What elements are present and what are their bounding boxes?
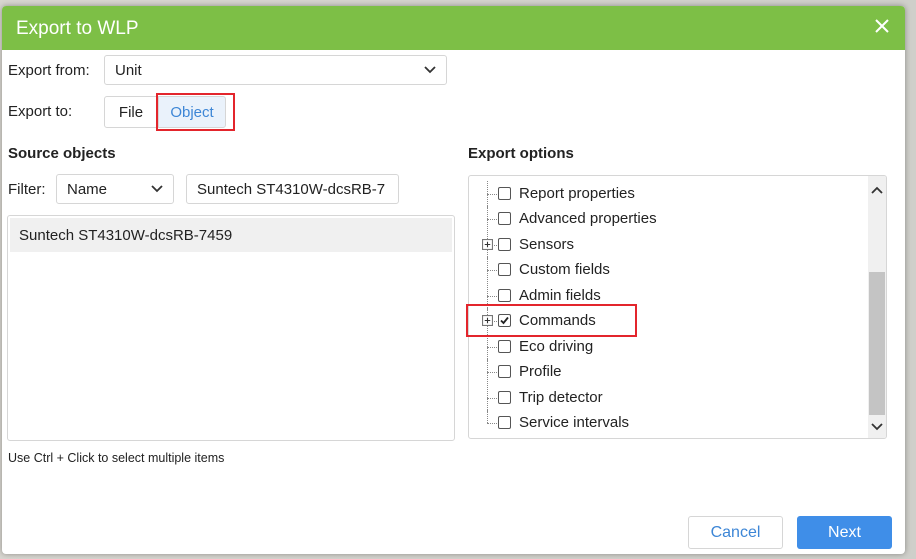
tree-item-eco-driving[interactable]: Eco driving bbox=[469, 334, 864, 361]
checkbox[interactable] bbox=[498, 263, 511, 276]
tree-item-sensors[interactable]: Sensors bbox=[469, 232, 864, 259]
chevron-up-icon[interactable] bbox=[868, 181, 886, 199]
tree-item-label: Eco driving bbox=[519, 338, 594, 355]
export-from-value: Unit bbox=[115, 62, 142, 79]
list-item[interactable]: Suntech ST4310W-dcsRB-7459 bbox=[10, 218, 452, 252]
vertical-scrollbar[interactable] bbox=[868, 176, 886, 438]
export-to-file-button[interactable]: File bbox=[104, 96, 158, 128]
tree-item-admin-fields[interactable]: Admin fields bbox=[469, 283, 864, 310]
tree-item-advanced-properties[interactable]: Advanced properties bbox=[469, 206, 864, 233]
tree-connector bbox=[487, 270, 497, 271]
tree-item-label: Trip detector bbox=[519, 389, 603, 406]
chevron-down-icon[interactable] bbox=[868, 418, 886, 436]
export-options-title: Export options bbox=[468, 145, 574, 162]
tree-item-label: Sensors bbox=[519, 236, 575, 253]
tree-item-custom-fields[interactable]: Custom fields bbox=[469, 257, 864, 284]
checkbox[interactable] bbox=[498, 187, 511, 200]
tree-item-label: Service intervals bbox=[519, 414, 630, 431]
checkbox[interactable] bbox=[498, 238, 511, 251]
filter-type-select[interactable]: Name bbox=[56, 174, 174, 204]
dialog-title: Export to WLP bbox=[16, 18, 139, 39]
checkbox[interactable] bbox=[498, 391, 511, 404]
tree-connector bbox=[487, 372, 497, 373]
export-to-object-button[interactable]: Object bbox=[158, 96, 226, 128]
export-dialog: Export to WLP Export from: Unit Export t… bbox=[2, 6, 905, 554]
export-from-select[interactable]: Unit bbox=[104, 55, 447, 85]
tree-item-label: Profile bbox=[519, 363, 562, 380]
filter-type-value: Name bbox=[67, 181, 108, 198]
checkbox[interactable] bbox=[498, 212, 511, 225]
checkbox[interactable] bbox=[498, 289, 511, 302]
tree-item-label: Commands bbox=[519, 312, 596, 329]
tree-connector bbox=[487, 410, 488, 423]
scrollbar-thumb[interactable] bbox=[869, 272, 885, 415]
tree-connector bbox=[487, 398, 497, 399]
tree-item-trip-detector[interactable]: Trip detector bbox=[469, 385, 864, 412]
checkbox[interactable] bbox=[498, 416, 511, 429]
checkbox[interactable] bbox=[498, 365, 511, 378]
cancel-button[interactable]: Cancel bbox=[688, 516, 783, 549]
dialog-titlebar: Export to WLP bbox=[2, 6, 905, 50]
check-icon bbox=[500, 316, 509, 325]
tree-item-label: Advanced properties bbox=[519, 210, 657, 227]
tree-item-label: Admin fields bbox=[519, 287, 601, 304]
source-objects-title: Source objects bbox=[8, 145, 116, 162]
tree-connector bbox=[487, 194, 497, 195]
export-from-label: Export from: bbox=[8, 62, 90, 79]
checkbox[interactable] bbox=[498, 340, 511, 353]
chevron-down-icon bbox=[151, 185, 163, 193]
close-icon[interactable] bbox=[871, 15, 893, 37]
tree-item-label: Report properties bbox=[519, 185, 635, 202]
expand-plus-icon[interactable] bbox=[482, 315, 493, 326]
export-to-label: Export to: bbox=[8, 103, 73, 120]
filter-label: Filter: bbox=[8, 181, 46, 198]
tree-connector bbox=[487, 219, 497, 220]
tree-item-profile[interactable]: Profile bbox=[469, 359, 864, 386]
expand-plus-icon[interactable] bbox=[482, 239, 493, 250]
filter-search-input[interactable]: Suntech ST4310W-dcsRB-7 bbox=[186, 174, 399, 204]
tree-connector bbox=[487, 423, 497, 424]
tree-item-label: Custom fields bbox=[519, 261, 610, 278]
source-objects-list: Suntech ST4310W-dcsRB-7459 bbox=[7, 215, 455, 441]
tree-item-service-intervals[interactable]: Service intervals bbox=[469, 410, 864, 436]
tree-item-commands[interactable]: Commands bbox=[469, 308, 864, 335]
tree-connector bbox=[487, 347, 497, 348]
checkbox-checked[interactable] bbox=[498, 314, 511, 327]
chevron-down-icon bbox=[424, 66, 436, 74]
tree-connector bbox=[487, 296, 497, 297]
export-options-tree: Report properties Advanced properties Se… bbox=[468, 175, 887, 439]
tree-item-report-properties[interactable]: Report properties bbox=[469, 181, 864, 208]
next-button[interactable]: Next bbox=[797, 516, 892, 549]
multi-select-hint: Use Ctrl + Click to select multiple item… bbox=[8, 451, 225, 465]
